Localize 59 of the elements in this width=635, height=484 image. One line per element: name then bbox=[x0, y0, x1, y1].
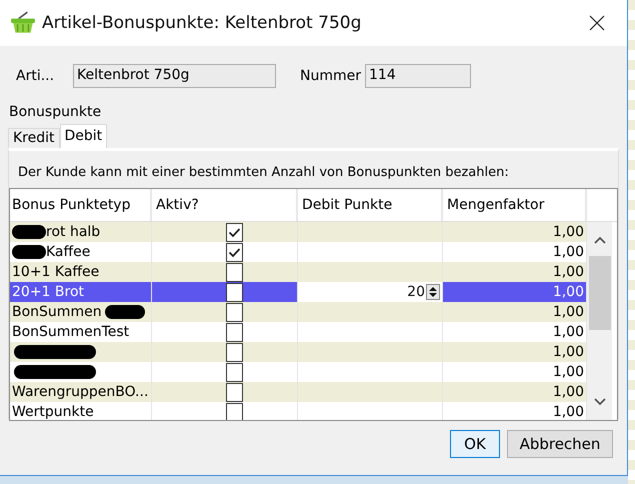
article-label: Arti... bbox=[16, 68, 56, 84]
table-cell: 1,00 bbox=[552, 384, 584, 400]
table-row[interactable]: Kaffee 1,00 bbox=[10, 242, 587, 262]
table-row[interactable]: WarengruppenBO... 1,00 bbox=[10, 382, 587, 402]
checkbox[interactable] bbox=[226, 302, 243, 322]
table-cell: 1,00 bbox=[552, 324, 584, 340]
checkbox[interactable] bbox=[226, 222, 243, 242]
table-cell: 1,00 bbox=[552, 364, 584, 380]
checkbox[interactable] bbox=[226, 402, 243, 420]
dialog-button[interactable]: OK bbox=[450, 430, 500, 458]
table-cell: 20+1 Brot bbox=[12, 284, 84, 300]
number-label: Nummer bbox=[300, 68, 361, 84]
tab[interactable]: Kredit bbox=[8, 128, 60, 148]
checkbox[interactable] bbox=[226, 362, 243, 382]
table-cell: 1,00 bbox=[552, 404, 584, 420]
table-row[interactable]: 1,00 bbox=[10, 342, 587, 362]
basket-icon bbox=[10, 11, 36, 35]
table-row[interactable]: 20+1 Brot 20 1,00 bbox=[10, 282, 587, 302]
scroll-down-icon[interactable] bbox=[594, 398, 606, 406]
table-cell: 1,00 bbox=[552, 264, 584, 280]
checkbox[interactable] bbox=[226, 322, 243, 342]
table-cell: 1,00 bbox=[552, 224, 584, 240]
table-cell: WarengruppenBO... bbox=[12, 384, 148, 400]
table-cell: 1,00 bbox=[552, 344, 584, 360]
number-field[interactable]: 114 bbox=[365, 64, 471, 88]
close-icon[interactable] bbox=[589, 15, 605, 31]
dialog-button[interactable]: Abbrechen bbox=[507, 430, 613, 458]
table-row[interactable]: BonSummen 1,00 bbox=[10, 302, 587, 322]
redaction-mark bbox=[12, 225, 46, 239]
checkbox[interactable] bbox=[226, 242, 243, 262]
table-row[interactable]: 10+1 Kaffee 1,00 bbox=[10, 262, 587, 282]
table-row[interactable]: rot halb 1,00 bbox=[10, 222, 587, 242]
article-field[interactable]: Keltenbrot 750g bbox=[73, 64, 276, 88]
checkbox[interactable] bbox=[226, 382, 243, 402]
hint-text: Der Kunde kann mit einer bestimmten Anzahl von Bonuspunkten bezahlen: bbox=[18, 165, 510, 180]
window-title: Artikel-Bonuspunkte: Keltenbrot 750g bbox=[42, 13, 362, 33]
table-cell: 1,00 bbox=[552, 244, 584, 260]
checkbox[interactable] bbox=[226, 342, 243, 362]
scroll-thumb[interactable] bbox=[588, 256, 610, 330]
spinner-field[interactable]: 20 bbox=[407, 284, 425, 300]
table-row[interactable]: Wertpunkte 1,00 bbox=[10, 402, 587, 420]
table-cell: Kaffee bbox=[46, 244, 90, 260]
redaction-mark bbox=[12, 245, 46, 259]
scroll-up-icon[interactable] bbox=[594, 236, 606, 244]
spinner-arrows-icon[interactable] bbox=[426, 284, 440, 300]
table-cell: 1,00 bbox=[552, 284, 584, 300]
checkbox[interactable] bbox=[226, 262, 243, 282]
table-cell: rot halb bbox=[46, 224, 100, 240]
checkbox[interactable] bbox=[226, 282, 243, 302]
redaction-mark bbox=[104, 305, 145, 319]
table-cell: 1,00 bbox=[552, 304, 584, 320]
table-row[interactable]: BonSummenTest 1,00 bbox=[10, 322, 587, 342]
table-cell: BonSummen bbox=[12, 304, 102, 320]
group-title: Bonuspunkte bbox=[9, 104, 102, 120]
table-cell: Wertpunkte bbox=[12, 404, 94, 420]
scrollbar[interactable] bbox=[587, 222, 612, 420]
table-cell: 10+1 Kaffee bbox=[12, 264, 100, 280]
table-cell: BonSummenTest bbox=[12, 324, 130, 340]
tab[interactable]: Debit bbox=[60, 124, 108, 148]
